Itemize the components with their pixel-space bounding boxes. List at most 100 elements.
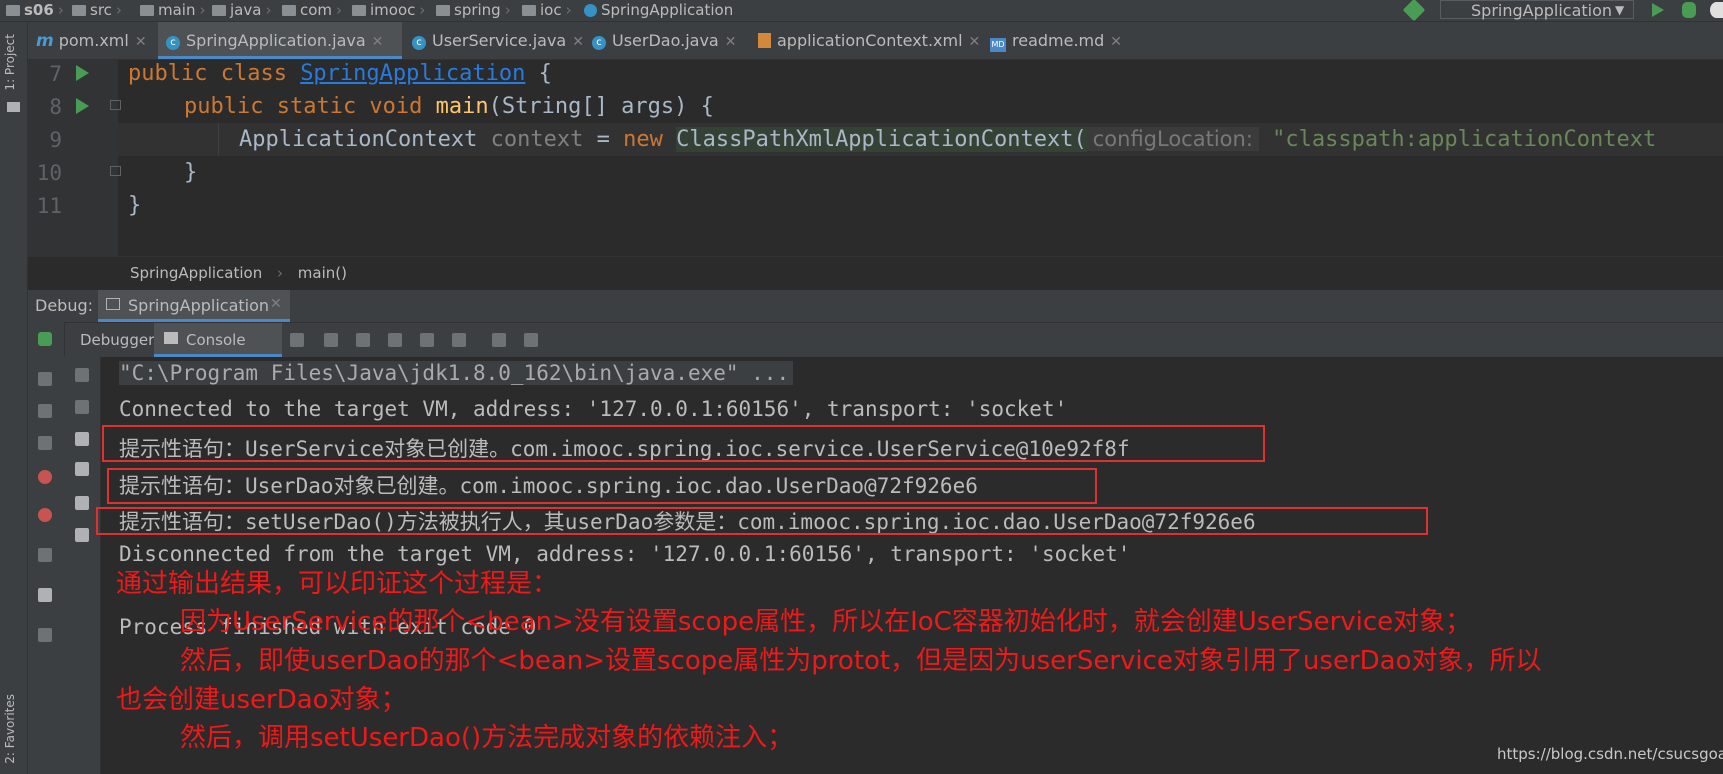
run-gutter-icon[interactable] [76, 65, 89, 81]
settings-gear-icon[interactable] [38, 588, 52, 602]
tab-userservice-java[interactable]: c UserService.java ✕ [404, 22, 584, 59]
resume-icon[interactable] [38, 372, 52, 386]
parameter-hint: configLocation: [1086, 127, 1259, 151]
highlight-box [102, 425, 1265, 462]
tab-console[interactable]: Console [154, 323, 282, 357]
line-number: 10 [36, 161, 62, 185]
line-number: 7 [49, 62, 62, 86]
module-icon [6, 5, 20, 16]
code-line-11: } [128, 193, 142, 218]
code-line-7: public class SpringApplication { [128, 61, 552, 86]
trace-icon[interactable] [524, 333, 538, 347]
breadcrumb-item-java[interactable]: java › [212, 1, 275, 20]
line-number: 9 [49, 128, 62, 152]
tab-pom-xml[interactable]: m pom.xml ✕ [28, 22, 156, 59]
show-execution-point-icon[interactable] [324, 333, 338, 347]
debug-actions-strip [28, 322, 65, 774]
project-tool-window-button[interactable]: 1: Project [3, 34, 17, 91]
line-number: 8 [49, 95, 62, 119]
close-icon[interactable]: ✕ [572, 34, 584, 50]
breadcrumb-item-s06[interactable]: s06 › [6, 1, 68, 20]
pin-icon[interactable] [38, 628, 52, 642]
breadcrumb-item-com[interactable]: com › [282, 1, 346, 20]
up-arrow-icon[interactable] [75, 368, 89, 382]
session-window-icon [106, 298, 120, 310]
code-line-8: public static void main(String[] args) { [184, 94, 714, 119]
breadcrumb-item-imooc[interactable]: imooc › [352, 1, 429, 20]
breadcrumb-item-main[interactable]: main › [140, 1, 209, 20]
close-icon[interactable]: ✕ [969, 34, 981, 50]
annotation-line: 因为UserService的那个<bean>没有设置scope属性，所以在IoC… [180, 607, 1472, 637]
console-line: Connected to the target VM, address: '12… [119, 397, 1068, 421]
tab-debugger[interactable]: Debugger [80, 331, 154, 349]
run-gutter-icon[interactable] [76, 98, 89, 114]
annotation-line: 然后，调用setUserDao()方法完成对象的依赖注入； [180, 723, 794, 753]
stop-icon[interactable] [38, 436, 52, 450]
xml-file-icon [758, 33, 771, 48]
close-icon[interactable]: ✕ [725, 34, 737, 50]
editor-tab-bar: m pom.xml ✕ c SpringApplication.java ✕ c User… [28, 22, 1723, 60]
tab-userdao-java[interactable]: c UserDao.java ✕ [584, 22, 748, 59]
debug-session-tab[interactable]: SpringApplication ✕ [98, 290, 290, 322]
console-line: "C:\Program Files\Java\jdk1.8.0_162\bin\… [119, 361, 794, 385]
scroll-to-end-icon[interactable] [75, 462, 89, 476]
fold-icon[interactable] [110, 166, 121, 176]
close-icon[interactable]: ✕ [372, 34, 384, 50]
highlight-box [96, 507, 1428, 535]
debug-window-header: Debug: SpringApplication ✕ [28, 289, 1723, 322]
run-configuration-select[interactable]: SpringApplication ▼ [1440, 0, 1634, 20]
code-line-9: ApplicationContext context = new ClassPa… [239, 127, 1657, 152]
menu-lines-icon[interactable] [290, 333, 304, 347]
annotation-line: 通过输出结果，可以印证这个过程是： [116, 569, 559, 599]
trash-icon[interactable] [75, 528, 89, 542]
breadcrumb-item-src[interactable]: src › [72, 1, 126, 20]
pause-icon[interactable] [38, 404, 52, 418]
print-icon[interactable] [75, 496, 89, 510]
soft-wrap-icon[interactable] [75, 432, 89, 446]
tab-springapplication-java[interactable]: c SpringApplication.java ✕ [158, 22, 402, 59]
package-icon [282, 5, 296, 16]
debug-bug-icon[interactable] [1682, 2, 1696, 18]
mute-breakpoints-icon[interactable] [38, 508, 52, 522]
editor-gutter [28, 60, 118, 256]
step-out-icon[interactable] [420, 333, 434, 347]
favorites-tool-window-button[interactable]: 2: Favorites [3, 694, 17, 764]
run-icon[interactable] [1652, 3, 1664, 17]
breadcrumb-item-ioc[interactable]: ioc › [522, 1, 576, 20]
breadcrumb-separator: › [277, 264, 283, 282]
run-to-cursor-icon[interactable] [452, 333, 466, 347]
coverage-icon[interactable] [1710, 2, 1723, 18]
step-into-icon[interactable] [388, 333, 402, 347]
breadcrumb-class[interactable]: SpringApplication [130, 264, 262, 282]
evaluate-expression-icon[interactable] [492, 333, 506, 347]
code-editor[interactable]: 7 8 9 10 11 public class SpringApplicati… [28, 60, 1723, 256]
package-icon [436, 5, 450, 16]
annotation-line: 然后，即使userDao的那个<bean>设置scope属性为protot，但是… [180, 646, 1542, 676]
class-name-link[interactable]: SpringApplication [300, 61, 525, 86]
class-icon [584, 4, 597, 17]
camera-icon[interactable] [38, 548, 52, 562]
project-folder-icon[interactable] [7, 102, 20, 112]
watermark-url: https://blog.csdn.net/csucsgoat [1497, 745, 1723, 763]
build-hammer-icon[interactable] [1402, 0, 1426, 22]
fold-icon[interactable] [110, 100, 121, 110]
step-over-icon[interactable] [356, 333, 370, 347]
breadcrumb-item-spring[interactable]: spring › [436, 1, 515, 20]
close-icon[interactable]: ✕ [1110, 34, 1122, 50]
debug-bug-icon[interactable] [38, 332, 52, 346]
close-icon[interactable]: ✕ [135, 34, 147, 50]
folder-icon [212, 5, 226, 16]
debug-title: Debug: [35, 296, 94, 315]
folder-icon [140, 5, 154, 16]
down-arrow-icon[interactable] [75, 400, 89, 414]
highlight-box [107, 468, 1097, 504]
tab-applicationcontext-xml[interactable]: applicationContext.xml ✕ [750, 22, 980, 59]
class-icon: c [592, 36, 606, 50]
view-breakpoints-icon[interactable] [38, 470, 52, 484]
indent-guide [218, 123, 219, 156]
breadcrumb-method[interactable]: main() [298, 264, 347, 282]
tab-readme-md[interactable]: MD readme.md ✕ [982, 22, 1122, 59]
console-actions-strip [64, 356, 101, 774]
close-icon[interactable]: ✕ [270, 296, 282, 312]
breadcrumb-item-springapplication[interactable]: SpringApplication [584, 1, 733, 20]
